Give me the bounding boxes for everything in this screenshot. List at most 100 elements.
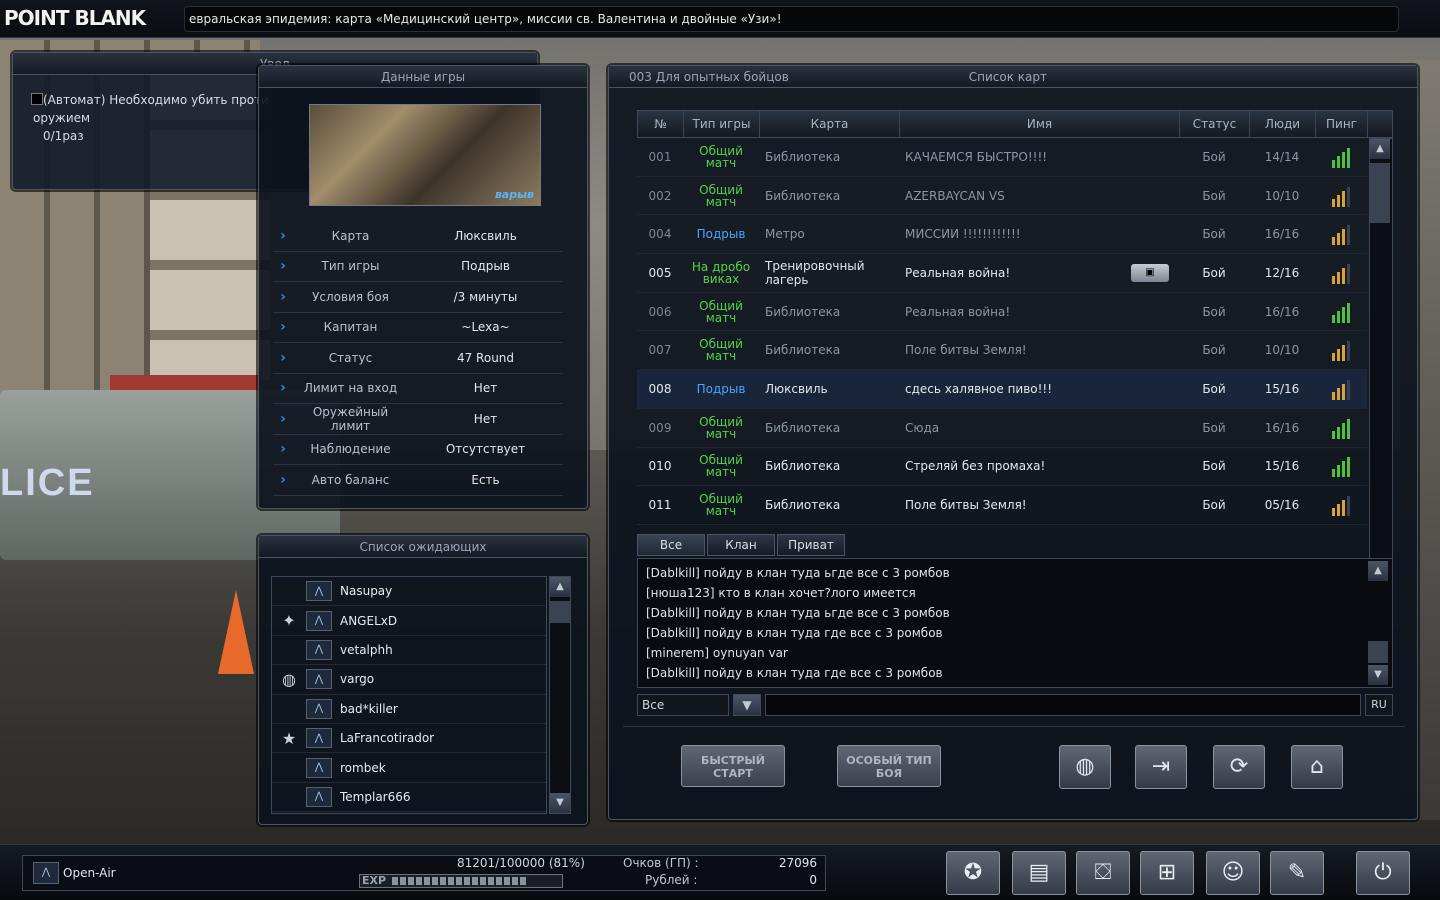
column-header[interactable]: Статус <box>1180 111 1250 137</box>
room-row[interactable]: 009 Общий матч Библиотека Сюда Бой 16/16 <box>637 409 1367 448</box>
tab-private[interactable]: Приват <box>777 534 845 556</box>
player-nick: LaFrancotirador <box>340 731 435 746</box>
player-nick: vargo <box>340 672 375 687</box>
room-row[interactable]: 011 Общий матч Библиотека Поле битвы Земля!… <box>637 486 1367 525</box>
game-data-value: /3 минуты <box>453 289 518 304</box>
quick-start-button[interactable]: Быстрый старт <box>681 745 785 787</box>
waiting-player-row[interactable]: ★ ⋀ LaFrancotirador <box>272 724 546 754</box>
room-row[interactable]: 007 Общий матч Библиотека Поле битвы Земля!… <box>637 331 1367 371</box>
column-header[interactable]: Пинг <box>1316 111 1368 137</box>
room-name: Стреляй без промаха! <box>899 459 1179 473</box>
enter-room-icon[interactable]: ⇥ <box>1135 745 1187 789</box>
column-header[interactable]: Люди <box>1250 111 1316 137</box>
column-header[interactable]: Тип игры <box>684 111 760 137</box>
waiting-player-row[interactable]: ◍ ⋀ vargo <box>272 665 546 695</box>
chat-input[interactable] <box>765 694 1361 716</box>
waiting-player-row[interactable]: ⋀ bad*killer <box>272 695 546 724</box>
waiting-player-row[interactable]: ⋀ Nasupay <box>272 577 546 607</box>
column-header[interactable]: Карта <box>760 111 900 137</box>
waiting-player-row[interactable]: ⋀ Templar666 <box>272 783 546 813</box>
map-mode-tag: варыв <box>494 188 534 201</box>
waiting-player-row[interactable]: ⋀ rombek <box>272 753 546 783</box>
room-number: 011 <box>648 498 672 513</box>
mission-line-2: оружием <box>33 111 91 125</box>
ping-bar <box>1332 353 1335 362</box>
room-name: Поле битвы Земля! <box>899 498 1179 512</box>
room-name-text: Реальная война! <box>905 265 1011 280</box>
room-row[interactable]: 006 Общий матч Библиотека Реальная война! Бо… <box>637 293 1367 332</box>
room-row[interactable]: 001 Общий матч Библиотека КАЧАЕМСЯ БЫСТРО!!… <box>637 138 1367 177</box>
room-number: 005 <box>648 265 672 280</box>
community-icon[interactable]: ☺ <box>1206 851 1260 895</box>
player-nick: Nasupay <box>340 584 393 599</box>
game-data-row: › Авто баланс Есть <box>273 465 563 496</box>
army-icon[interactable]: ✪ <box>946 851 1000 895</box>
game-data-key: Капитан <box>323 320 378 335</box>
home-icon[interactable]: ⌂ <box>1291 745 1343 789</box>
backpack-icon[interactable]: ⛋ <box>1076 851 1130 895</box>
scroll-down-icon[interactable]: ▼ <box>1368 665 1388 685</box>
waiting-player-row[interactable]: ✦ ⋀ ANGELxD <box>272 606 546 636</box>
mission-checkbox[interactable] <box>31 93 43 105</box>
rubles-label: Рублей : <box>645 873 698 887</box>
refresh-icon[interactable]: ⟳ <box>1213 745 1265 789</box>
chat-scrollbar[interactable]: ▲ ▼ <box>1368 561 1390 685</box>
ping-indicator <box>1315 301 1367 323</box>
game-data-row: › Оружейный лимит Нет <box>273 404 563 435</box>
top-bar: POINT BLANK евральская эпидемия: карта «… <box>0 0 1440 38</box>
inventory-icon[interactable]: ▤ <box>1012 851 1066 895</box>
room-row[interactable]: 002 Общий матч Библиотека AZERBAYCAN VS Бой 1… <box>637 177 1367 216</box>
room-row[interactable]: 008 Подрыв Люксвиль сдесь халявное пиво!!! Б… <box>637 370 1367 409</box>
player-nick: bad*killer <box>340 701 398 716</box>
ping-bar <box>1347 496 1350 517</box>
news-ticker[interactable]: евральская эпидемия: карта «Медицинский … <box>184 6 1399 32</box>
power-icon[interactable]: ⏻ <box>1356 851 1410 895</box>
game-data-row: › Статус 47 Round <box>273 343 563 374</box>
special-mode-button[interactable]: Особый тип боя <box>837 745 941 787</box>
channel-name: 003 Для опытных бойцов <box>629 70 789 84</box>
exp-fill <box>392 877 528 885</box>
scroll-up-icon[interactable]: ▲ <box>1368 561 1388 581</box>
player-nick: ANGELxD <box>340 613 398 628</box>
settings-wrench-icon[interactable]: ✎ <box>1270 851 1324 895</box>
room-map: Библиотека <box>765 188 841 203</box>
language-indicator[interactable]: RU <box>1365 694 1393 716</box>
scroll-thumb[interactable] <box>1370 163 1390 223</box>
room-row[interactable]: 010 Общий матч Библиотека Стреляй без прома… <box>637 448 1367 487</box>
column-header[interactable]: № <box>638 111 684 137</box>
rank-icon: ⋀ <box>306 728 332 749</box>
room-list-scrollbar[interactable]: ▲ ▼ <box>1369 138 1393 590</box>
scroll-up-icon[interactable]: ▲ <box>1370 139 1390 159</box>
waiting-list-scrollbar[interactable]: ▲ ▼ <box>549 576 571 814</box>
exp-bar: EXP <box>359 874 563 888</box>
room-row[interactable]: 005 На дробо виках Тренировочный лагерь Реа… <box>637 254 1367 293</box>
mission-line-3: 0/1раз <box>43 129 84 143</box>
chevron-down-icon[interactable]: ▼ <box>733 694 761 716</box>
room-row[interactable]: 004 Подрыв Метро МИССИИ !!!!!!!!!!!! Бой 16/1… <box>637 215 1367 255</box>
room-people: 15/16 <box>1264 381 1300 396</box>
game-data-value: Подрыв <box>461 259 510 274</box>
waiting-player-row[interactable]: ⋀ vetalphh <box>272 636 546 666</box>
ping-indicator <box>1315 494 1367 517</box>
room-game-type: Общий матч <box>699 414 743 441</box>
ping-bar <box>1342 383 1345 400</box>
chat-channel-select[interactable]: Все <box>637 694 729 716</box>
game-data-key: Статус <box>328 350 373 365</box>
room-people: 16/16 <box>1264 304 1300 319</box>
scroll-thumb[interactable] <box>550 601 570 623</box>
globe-icon[interactable]: ◍ <box>1059 745 1111 789</box>
scroll-down-icon[interactable]: ▼ <box>550 793 570 813</box>
tab-clan[interactable]: Клан <box>707 534 775 556</box>
shop-cart-icon[interactable]: ⊞ <box>1140 851 1194 895</box>
game-data-key: Авто баланс <box>311 472 390 487</box>
scroll-up-icon[interactable]: ▲ <box>550 577 570 597</box>
bottom-bar: ⋀ Open-Air 81201/100000 (81%) EXP Очков … <box>0 844 1440 900</box>
room-status: Бой <box>1202 304 1226 319</box>
game-data-row: › Наблюдение Отсутствует <box>273 435 563 465</box>
column-header[interactable]: Имя <box>900 111 1180 137</box>
scroll-thumb[interactable] <box>1368 641 1388 663</box>
ping-bar <box>1332 508 1335 517</box>
tab-all[interactable]: Все <box>637 534 705 556</box>
game-data-key: Наблюдение <box>310 442 391 457</box>
mission-text: (Автомат) Необходимо убить проти оружием… <box>33 91 269 145</box>
